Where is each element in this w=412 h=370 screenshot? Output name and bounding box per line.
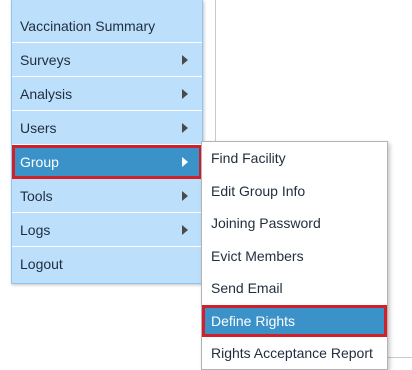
menu-item-logout[interactable]: Logout <box>12 247 202 283</box>
menu-item-surveys[interactable]: Surveys <box>12 43 202 77</box>
menu-item-label: Logout <box>20 256 63 272</box>
submenu-item-edit-group-info[interactable]: Edit Group Info <box>202 175 387 208</box>
menu-item-logs[interactable]: Logs <box>12 213 202 247</box>
menu-item-label: Analysis <box>20 86 73 102</box>
submenu-item-joining-password[interactable]: Joining Password <box>202 207 387 240</box>
menu-item-label: Vaccination Summary <box>20 18 156 34</box>
submenu-arrow-icon <box>182 55 188 65</box>
submenu-item-find-facility[interactable]: Find Facility <box>202 142 387 175</box>
submenu-item-send-email[interactable]: Send Email <box>202 272 387 305</box>
submenu-item-define-rights[interactable]: Define Rights <box>202 304 387 337</box>
submenu-arrow-icon <box>182 157 188 167</box>
menu-item-label: Tools <box>20 188 53 204</box>
submenu-arrow-icon <box>182 89 188 99</box>
menu-item-group[interactable]: Group <box>12 145 202 179</box>
menu-item-label: Group <box>20 154 59 170</box>
menu-item-tools[interactable]: Tools <box>12 179 202 213</box>
menu-item-label: Surveys <box>20 52 71 68</box>
content-rule <box>387 357 412 358</box>
submenu-arrow-icon <box>182 225 188 235</box>
menu-item-label: Users <box>20 120 57 136</box>
main-menu: Vaccination Summary Surveys Analysis Use… <box>11 0 203 284</box>
menu-item-users[interactable]: Users <box>12 111 202 145</box>
group-submenu: Find Facility Edit Group Info Joining Pa… <box>201 141 388 370</box>
menu-item-label: Logs <box>20 222 51 238</box>
submenu-arrow-icon <box>182 123 188 133</box>
menu-item-analysis[interactable]: Analysis <box>12 77 202 111</box>
submenu-item-evict-members[interactable]: Evict Members <box>202 240 387 273</box>
submenu-item-rights-acceptance-report[interactable]: Rights Acceptance Report <box>202 337 387 370</box>
submenu-arrow-icon <box>182 191 188 201</box>
menu-item-vaccination-summary[interactable]: Vaccination Summary <box>12 9 202 43</box>
